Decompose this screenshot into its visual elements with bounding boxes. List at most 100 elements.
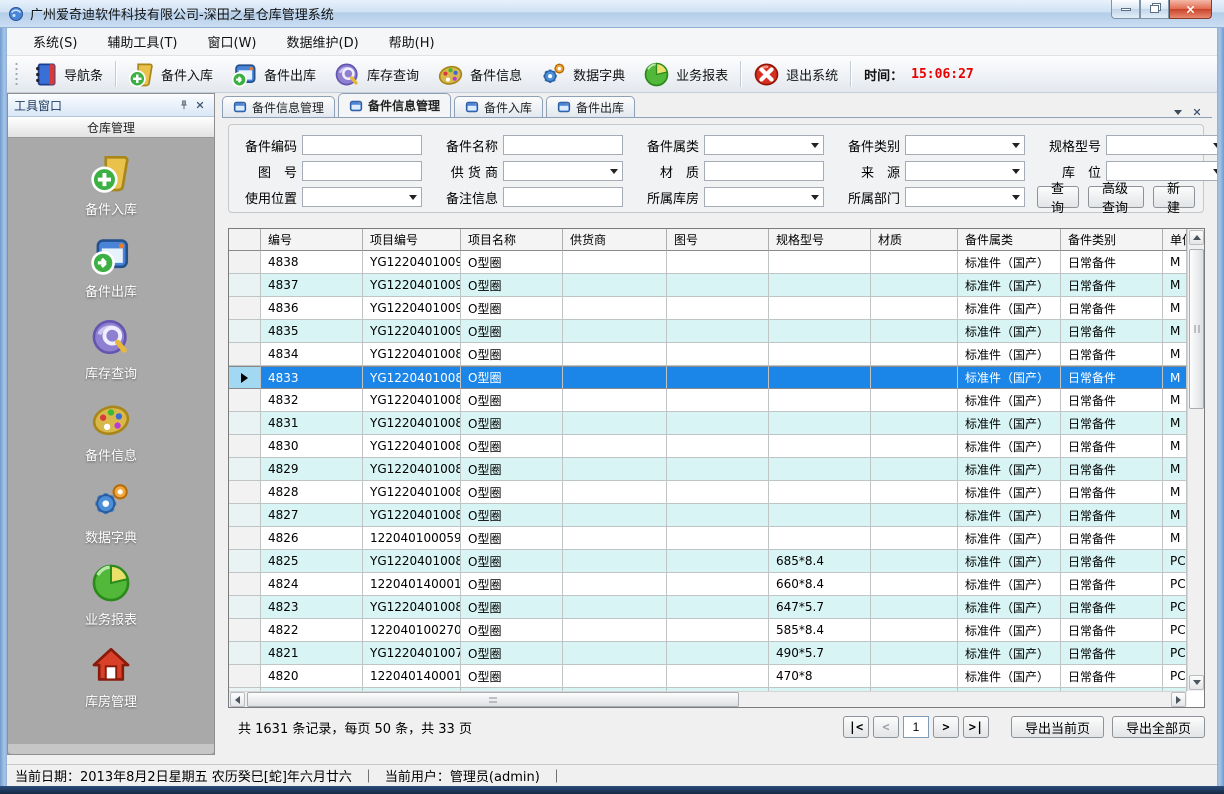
menu-item-system[interactable]: 系统(S) xyxy=(19,28,91,55)
row-selector-cell[interactable] xyxy=(229,412,261,435)
prev-page-button[interactable]: < xyxy=(873,716,899,738)
horizontal-scrollbar[interactable] xyxy=(229,691,1187,707)
sidebar-group-header[interactable]: 仓库管理 xyxy=(8,117,214,138)
table-row[interactable]: 4834YG12204010089O型圈标准件（国产）日常备件M xyxy=(229,343,1187,366)
table-row[interactable]: 4825YG12204010081O型圈685*8.4标准件（国产）日常备件PC xyxy=(229,550,1187,573)
business-report-toolbar-button[interactable]: 业务报表 xyxy=(634,58,737,90)
combo-dropdown-icon[interactable] xyxy=(1008,137,1023,153)
row-selector-cell[interactable] xyxy=(229,251,261,274)
combo-dropdown-icon[interactable] xyxy=(1008,189,1023,205)
table-row[interactable]: 48221220401002700O型圈585*8.4标准件（国产）日常备件PC xyxy=(229,619,1187,642)
table-row[interactable]: 4833YG12204010088O型圈标准件（国产）日常备件M xyxy=(229,366,1187,389)
parts-inbound-toolbar-button[interactable]: 备件入库 xyxy=(119,58,222,90)
tab-3[interactable]: 备件入库 xyxy=(454,96,543,117)
next-page-button[interactable]: > xyxy=(933,716,959,738)
tab-list-dropdown-icon[interactable] xyxy=(1174,110,1182,115)
page-number-input[interactable] xyxy=(903,716,929,738)
tab-close-icon[interactable] xyxy=(1192,107,1202,117)
scroll-up-button[interactable] xyxy=(1189,230,1204,245)
column-header[interactable]: 单位 xyxy=(1163,229,1187,251)
menu-item-aux-tools[interactable]: 辅助工具(T) xyxy=(93,28,191,55)
search-input-field[interactable] xyxy=(302,135,422,155)
row-selector-cell[interactable] xyxy=(229,596,261,619)
combo-dropdown-icon[interactable] xyxy=(807,189,822,205)
column-header[interactable]: 材质 xyxy=(871,229,958,251)
tab-1[interactable]: 备件信息管理 xyxy=(222,96,335,117)
search-select-field[interactable] xyxy=(704,135,824,155)
column-header[interactable]: 编号 xyxy=(261,229,363,251)
navigator-toolbar-button[interactable]: 导航条 xyxy=(22,58,112,90)
row-selector-cell[interactable] xyxy=(229,527,261,550)
scroll-down-button[interactable] xyxy=(1189,675,1204,690)
export-all-pages-button[interactable]: 导出全部页 xyxy=(1112,716,1205,738)
row-selector-cell[interactable] xyxy=(229,435,261,458)
first-page-button[interactable]: |< xyxy=(843,716,869,738)
horizontal-scroll-thumb[interactable] xyxy=(247,692,739,707)
table-row[interactable]: 4832YG12204010087O型圈标准件（国产）日常备件M xyxy=(229,389,1187,412)
row-selector-cell[interactable] xyxy=(229,642,261,665)
combo-dropdown-icon[interactable] xyxy=(807,137,822,153)
menu-item-help[interactable]: 帮助(H) xyxy=(375,28,449,55)
stock-query-toolbar-button[interactable]: 库存查询 xyxy=(325,58,428,90)
search-select-field[interactable] xyxy=(905,187,1025,207)
table-row[interactable]: 4821YG12204010079O型圈490*5.7标准件（国产）日常备件PC xyxy=(229,642,1187,665)
row-selector-cell[interactable] xyxy=(229,458,261,481)
search-input-field[interactable] xyxy=(302,161,422,181)
search-select-field[interactable] xyxy=(1106,135,1224,155)
search-select-field[interactable] xyxy=(503,161,623,181)
sidebar-item-parts-info[interactable]: 备件信息 xyxy=(85,398,137,464)
last-page-button[interactable]: >| xyxy=(963,716,989,738)
new-button[interactable]: 新建 xyxy=(1153,186,1195,208)
search-input-field[interactable] xyxy=(503,135,623,155)
row-selector-cell[interactable] xyxy=(229,320,261,343)
column-header[interactable]: 图号 xyxy=(667,229,769,251)
combo-dropdown-icon[interactable] xyxy=(405,189,420,205)
row-selector-header[interactable] xyxy=(229,229,261,251)
column-header[interactable]: 备件类别 xyxy=(1061,229,1163,251)
row-selector-cell[interactable] xyxy=(229,550,261,573)
menu-item-window[interactable]: 窗口(W) xyxy=(194,28,271,55)
query-button[interactable]: 查询 xyxy=(1037,186,1079,208)
table-row[interactable]: 4827YG12204010082O型圈标准件（国产）日常备件M xyxy=(229,504,1187,527)
sidebar-close-icon[interactable] xyxy=(192,97,208,113)
export-current-page-button[interactable]: 导出当前页 xyxy=(1011,716,1104,738)
table-row[interactable]: 4829YG12204010084O型圈标准件（国产）日常备件M xyxy=(229,458,1187,481)
row-selector-cell[interactable] xyxy=(229,573,261,596)
tab-2-active[interactable]: 备件信息管理 xyxy=(338,93,451,117)
row-selector-cell[interactable] xyxy=(229,274,261,297)
combo-dropdown-icon[interactable] xyxy=(1008,163,1023,179)
table-row[interactable]: 4837YG12204010092O型圈标准件（国产）日常备件M xyxy=(229,274,1187,297)
advanced-query-button[interactable]: 高级查询 xyxy=(1088,186,1144,208)
row-selector-cell[interactable] xyxy=(229,297,261,320)
column-header[interactable]: 规格型号 xyxy=(769,229,871,251)
tab-4[interactable]: 备件出库 xyxy=(546,96,635,117)
scroll-right-button[interactable] xyxy=(1171,692,1186,707)
parts-info-toolbar-button[interactable]: 备件信息 xyxy=(428,58,531,90)
table-row[interactable]: 48261220401000599O型圈标准件（国产）日常备件M xyxy=(229,527,1187,550)
search-select-field[interactable] xyxy=(905,161,1025,181)
row-selector-cell[interactable] xyxy=(229,389,261,412)
sidebar-item-stock-query[interactable]: 库存查询 xyxy=(85,316,137,382)
row-selector-cell[interactable] xyxy=(229,504,261,527)
search-input-field[interactable] xyxy=(503,187,623,207)
vertical-scrollbar[interactable] xyxy=(1187,229,1204,691)
restore-button[interactable] xyxy=(1140,0,1169,19)
column-header[interactable]: 项目名称 xyxy=(461,229,563,251)
table-row[interactable]: 48241220401400012O型圈660*8.4标准件（国产）日常备件PC xyxy=(229,573,1187,596)
column-header[interactable]: 项目编号 xyxy=(363,229,461,251)
scroll-left-button[interactable] xyxy=(230,692,245,707)
close-button[interactable] xyxy=(1169,0,1212,19)
search-select-field[interactable] xyxy=(1106,161,1224,181)
row-selector-cell[interactable] xyxy=(229,343,261,366)
combo-dropdown-icon[interactable] xyxy=(606,163,621,179)
menu-item-data-maintenance[interactable]: 数据维护(D) xyxy=(273,28,373,55)
search-input-field[interactable] xyxy=(704,161,824,181)
vertical-scroll-thumb[interactable] xyxy=(1189,249,1204,409)
table-row[interactable]: 48201220401400013O型圈470*8标准件（国产）日常备件PC xyxy=(229,665,1187,688)
column-header[interactable]: 供货商 xyxy=(563,229,667,251)
search-select-field[interactable] xyxy=(302,187,422,207)
table-row[interactable]: 4836YG12204010091O型圈标准件（国产）日常备件M xyxy=(229,297,1187,320)
table-row[interactable]: 4823YG12204010080O型圈647*5.7标准件（国产）日常备件PC xyxy=(229,596,1187,619)
toolbar-grip[interactable] xyxy=(14,61,19,87)
table-row[interactable]: 4835YG12204010090O型圈标准件（国产）日常备件M xyxy=(229,320,1187,343)
